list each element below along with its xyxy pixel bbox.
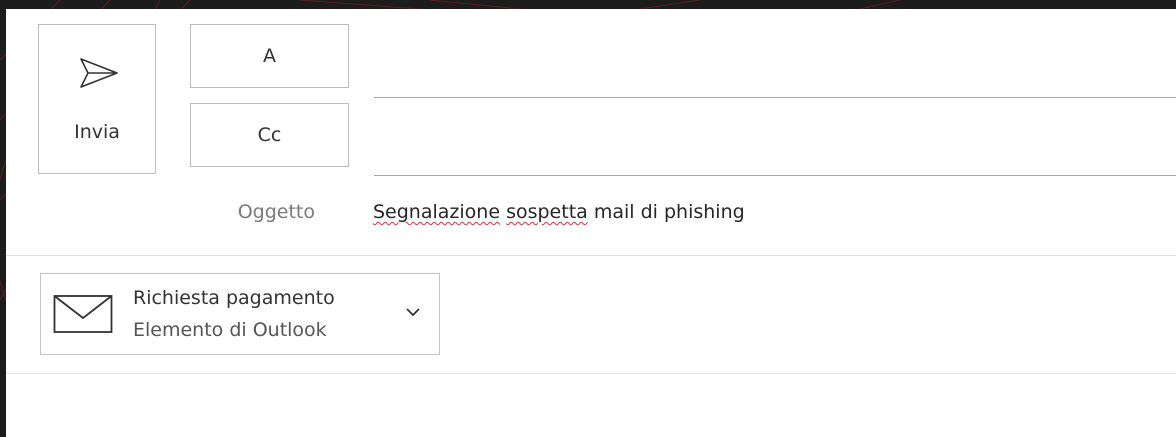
body-divider [6, 373, 1176, 374]
send-button[interactable]: Invia [38, 24, 156, 174]
subject-text: mail di phishing [587, 201, 745, 223]
send-button-label: Invia [74, 121, 120, 143]
subject-label: Oggetto [237, 201, 315, 223]
header-divider [6, 255, 1176, 256]
to-button[interactable]: A [190, 24, 349, 88]
cc-button[interactable]: Cc [190, 103, 349, 167]
envelope-icon [53, 295, 113, 333]
attachment-name: Richiesta pagamento [133, 287, 335, 309]
compose-window: Invia A Cc Oggetto Segnalazione sospetta… [6, 9, 1176, 437]
chevron-down-icon[interactable] [403, 304, 423, 320]
to-field[interactable] [374, 57, 1176, 98]
subject-word-misspelled: sospetta [506, 201, 588, 223]
subject-word-misspelled: Segnalazione [373, 201, 501, 223]
attachment-card[interactable]: Richiesta pagamento Elemento di Outlook [40, 273, 440, 355]
attachment-type: Elemento di Outlook [133, 319, 327, 341]
cc-field[interactable] [374, 135, 1176, 176]
subject-field[interactable]: Segnalazione sospetta mail di phishing [373, 201, 745, 223]
send-icon [80, 58, 118, 88]
